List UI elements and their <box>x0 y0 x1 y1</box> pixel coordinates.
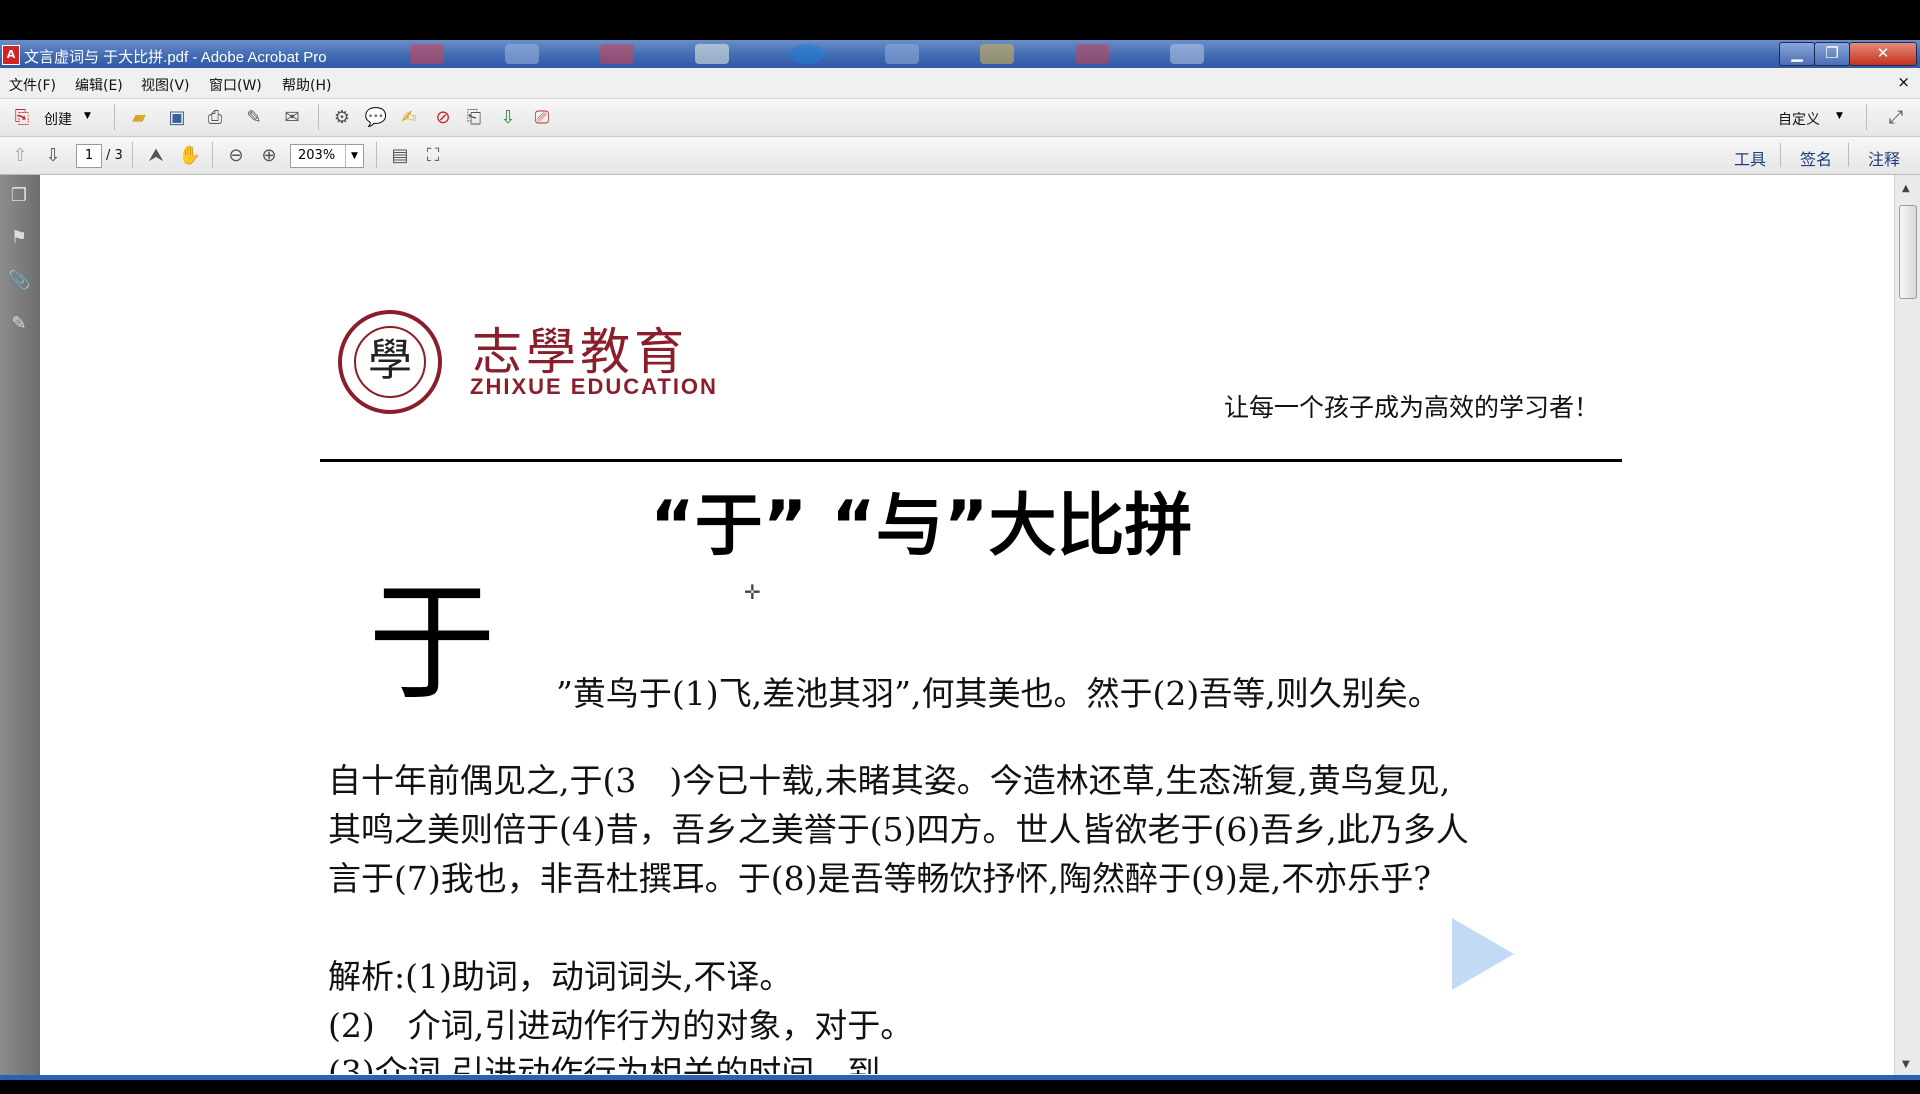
taskbar-icon <box>1170 44 1204 64</box>
select-cursor-icon[interactable]: ⮝ <box>144 143 168 167</box>
left-navigation-pane: ❐ ⚑ 📎 ✎ <box>0 175 38 1075</box>
separator <box>376 142 377 168</box>
zoom-in-icon[interactable]: ⊕ <box>257 143 281 167</box>
create-dropdown-icon[interactable]: ▼ <box>84 111 91 121</box>
menu-help[interactable]: 帮助(H) <box>282 75 331 95</box>
previous-page-icon[interactable]: ⇧ <box>8 143 32 167</box>
export-icon[interactable]: ⇩ <box>496 105 520 129</box>
customize-dropdown[interactable]: 自定义 <box>1778 109 1820 129</box>
taskbar-icon <box>410 44 444 64</box>
tools-pane-button[interactable]: 工具 <box>1734 146 1766 170</box>
comment-bubble-icon[interactable]: 💬 <box>364 105 388 129</box>
separator <box>1780 143 1781 167</box>
menu-view[interactable]: 视图(V) <box>141 75 190 95</box>
separator <box>318 104 319 130</box>
settings-gear-icon[interactable]: ⚙ <box>330 105 354 129</box>
zoom-value: 203% <box>298 148 336 163</box>
expand-icon[interactable]: ⤢ <box>1884 105 1908 129</box>
signatures-icon[interactable]: ✎ <box>8 313 30 337</box>
crosshair-cursor-icon: ✛ <box>744 580 761 604</box>
email-icon[interactable]: ✉ <box>280 105 304 129</box>
next-page-icon[interactable]: ⇩ <box>41 143 65 167</box>
slogan: 让每一个孩子成为高效的学习者！ <box>1224 393 1600 422</box>
menu-file[interactable]: 文件(F) <box>9 75 56 95</box>
menu-window[interactable]: 窗口(W) <box>209 75 262 95</box>
vertical-scrollbar[interactable]: ▲ ▼ <box>1894 175 1920 1075</box>
open-folder-icon[interactable]: ▰ <box>127 105 151 129</box>
header-divider <box>320 459 1622 462</box>
separator <box>132 142 133 168</box>
close-document-icon[interactable]: × <box>1897 73 1910 91</box>
zoom-out-icon[interactable]: ⊖ <box>224 143 248 167</box>
seal-character: 學 <box>354 326 426 398</box>
hand-tool-icon[interactable]: ✋ <box>178 143 202 167</box>
fit-width-icon[interactable]: ⛶ <box>421 143 445 167</box>
section-heading-character: 于 <box>368 569 497 718</box>
separator <box>1848 143 1849 167</box>
edit-document-icon[interactable]: ✎ <box>242 105 266 129</box>
main-toolbar: ⎘ 创建 ▼ ▰ ▣ ⎙ ✎ ✉ ⚙ 💬 ✍ ⊘ ⎗ ⇩ ⎚ 自定义 ▼ ⤢ <box>0 99 1920 137</box>
page-number-input[interactable]: 1 <box>76 144 102 168</box>
close-button[interactable]: ✕ <box>1849 42 1917 66</box>
window-title: 文言虚词与 于大比拼.pdf - Adobe Acrobat Pro <box>24 49 327 66</box>
analysis-line: (2) 介词,引进动作行为的对象，对于。 <box>328 1006 914 1045</box>
maximize-button[interactable]: ❐ <box>1814 42 1850 66</box>
taskbar-icon <box>600 44 634 64</box>
form-icon[interactable]: ⎚ <box>530 105 554 129</box>
highlight-comment-icon[interactable]: ✍ <box>397 105 421 129</box>
logo-english-name: ZHIXUE EDUCATION <box>470 374 718 399</box>
school-logo-seal: 學 <box>338 310 442 414</box>
analysis-line: 解析:(1)助词，动词词头,不译。 <box>328 957 793 996</box>
customize-dropdown-arrow-icon[interactable]: ▼ <box>1836 111 1843 121</box>
minimize-button[interactable]: ▁ <box>1779 42 1815 66</box>
taskbar-icon <box>1075 44 1109 64</box>
separator <box>1866 104 1867 130</box>
zoom-select[interactable]: 203% ▼ <box>290 144 364 168</box>
analysis-line: (3)介词,引进动作行为相关的时间，到 <box>328 1053 881 1092</box>
paragraph-line: ”黄鸟于(1)飞,差池其羽”,何其美也。然于(2)吾等,则久别矣。 <box>556 674 1441 713</box>
menu-edit[interactable]: 编辑(E) <box>75 75 123 95</box>
paragraph-line: 言于(7)我也，非吾杜撰耳。于(8)是吾等畅饮抒怀,陶然醉于(9)是,不亦乐乎? <box>328 859 1431 898</box>
window-title-bar[interactable]: A 文言虚词与 于大比拼.pdf - Adobe Acrobat Pro ▁ ❐… <box>0 40 1920 68</box>
pdf-convert-icon[interactable]: ⊘ <box>431 105 455 129</box>
page-thumbnails-icon[interactable]: ❐ <box>8 185 30 209</box>
taskbar-icon <box>790 44 824 64</box>
zoom-dropdown-icon[interactable]: ▼ <box>345 145 363 167</box>
attachments-paperclip-icon[interactable]: 📎 <box>8 270 30 294</box>
scroll-up-icon[interactable]: ▲ <box>1902 183 1910 194</box>
acrobat-app-icon[interactable]: A <box>2 45 20 65</box>
compare-document-icon[interactable]: ⎗ <box>462 105 486 129</box>
menu-bar: 文件(F) 编辑(E) 视图(V) 窗口(W) 帮助(H) × <box>0 68 1920 99</box>
create-icon[interactable]: ⎘ <box>10 105 34 129</box>
page-total: / 3 <box>106 148 123 163</box>
document-title: “于” “与”大比拼 <box>650 487 1193 566</box>
print-icon[interactable]: ⎙ <box>203 105 227 129</box>
taskbar-icon <box>980 44 1014 64</box>
taskbar-edge <box>0 1075 1920 1080</box>
taskbar-icon <box>505 44 539 64</box>
taskbar-icon <box>695 44 729 64</box>
document-page[interactable] <box>38 175 1894 1075</box>
create-button[interactable]: 创建 <box>44 109 72 129</box>
scrollbar-thumb[interactable] <box>1899 205 1917 299</box>
play-watermark-icon <box>1452 918 1514 990</box>
bookmarks-icon[interactable]: ⚑ <box>8 227 30 251</box>
taskbar-icon <box>885 44 919 64</box>
paragraph-line: 自十年前偶见之,于(3 )今已十载,未睹其姿。今造林还草,生态渐复,黄鸟复见, <box>328 761 1451 800</box>
sign-pane-button[interactable]: 签名 <box>1800 146 1832 170</box>
scroll-down-icon[interactable]: ▼ <box>1902 1059 1910 1070</box>
fit-page-icon[interactable]: ▤ <box>388 143 412 167</box>
comment-pane-button[interactable]: 注释 <box>1868 146 1900 170</box>
paragraph-line: 其鸣之美则倍于(4)昔，吾乡之美誉于(5)四方。世人皆欲老于(6)吾乡,此乃多人 <box>328 810 1469 849</box>
separator <box>212 142 213 168</box>
navigation-toolbar: ⇧ ⇩ 1 / 3 ⮝ ✋ ⊖ ⊕ 203% ▼ ▤ ⛶ 工具 签名 注释 <box>0 137 1920 175</box>
separator <box>114 104 115 130</box>
save-icon[interactable]: ▣ <box>165 105 189 129</box>
